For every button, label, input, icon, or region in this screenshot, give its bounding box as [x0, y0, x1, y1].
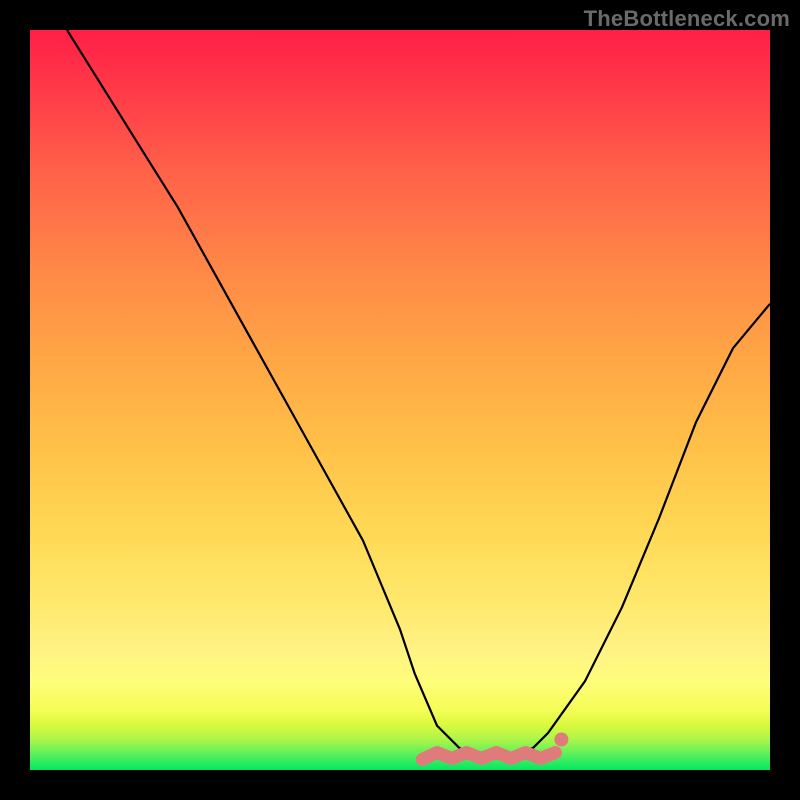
bottleneck-curve-svg: [30, 30, 770, 770]
optimal-end-marker: [554, 733, 568, 747]
bottleneck-curve: [67, 30, 770, 755]
optimal-range-band: [422, 753, 555, 760]
chart-frame: TheBottleneck.com: [0, 0, 800, 800]
plot-area: [30, 30, 770, 770]
watermark-text: TheBottleneck.com: [584, 6, 790, 32]
